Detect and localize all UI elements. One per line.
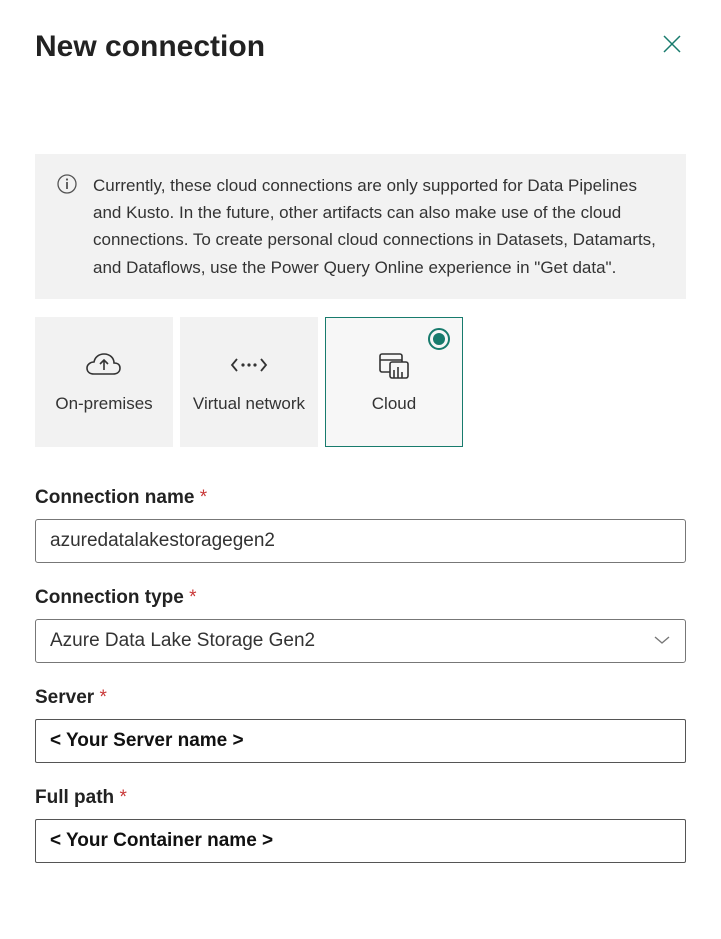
cloud-icon [374, 347, 414, 383]
close-icon [662, 34, 682, 54]
full-path-input[interactable]: < Your Container name > [35, 819, 686, 863]
tab-cloud[interactable]: Cloud [325, 317, 463, 447]
tab-label: Virtual network [193, 393, 305, 416]
connection-type-select[interactable]: Azure Data Lake Storage Gen2 [35, 619, 686, 663]
selected-indicator [428, 328, 450, 350]
server-input[interactable]: < Your Server name > [35, 719, 686, 763]
tab-on-premises[interactable]: On-premises [35, 317, 173, 447]
connection-name-input[interactable] [35, 519, 686, 563]
connection-type-tabs: On-premises Virtual network [35, 317, 686, 447]
required-asterisk: * [99, 687, 106, 708]
server-group: Server * < Your Server name > [35, 687, 686, 763]
tab-label: Cloud [372, 393, 416, 416]
info-icon [57, 174, 77, 281]
connection-type-group: Connection type * Azure Data Lake Storag… [35, 587, 686, 663]
new-connection-dialog: New connection Currently, these cloud co… [0, 0, 721, 907]
info-banner: Currently, these cloud connections are o… [35, 154, 686, 299]
connection-name-label: Connection name * [35, 487, 686, 509]
dialog-title: New connection [35, 30, 265, 64]
required-asterisk: * [189, 587, 196, 608]
full-path-label: Full path * [35, 787, 686, 809]
connection-type-label: Connection type * [35, 587, 686, 609]
server-label: Server * [35, 687, 686, 709]
required-asterisk: * [200, 487, 207, 508]
tab-label: On-premises [55, 393, 152, 416]
tab-virtual-network[interactable]: Virtual network [180, 317, 318, 447]
info-text: Currently, these cloud connections are o… [93, 172, 664, 281]
dialog-header: New connection [35, 30, 686, 64]
virtual-network-icon [229, 347, 269, 383]
chevron-down-icon [653, 630, 671, 652]
close-button[interactable] [658, 30, 686, 62]
on-premises-icon [83, 347, 125, 383]
select-value: Azure Data Lake Storage Gen2 [50, 630, 315, 652]
connection-name-group: Connection name * [35, 487, 686, 563]
full-path-group: Full path * < Your Container name > [35, 787, 686, 863]
required-asterisk: * [119, 787, 126, 808]
